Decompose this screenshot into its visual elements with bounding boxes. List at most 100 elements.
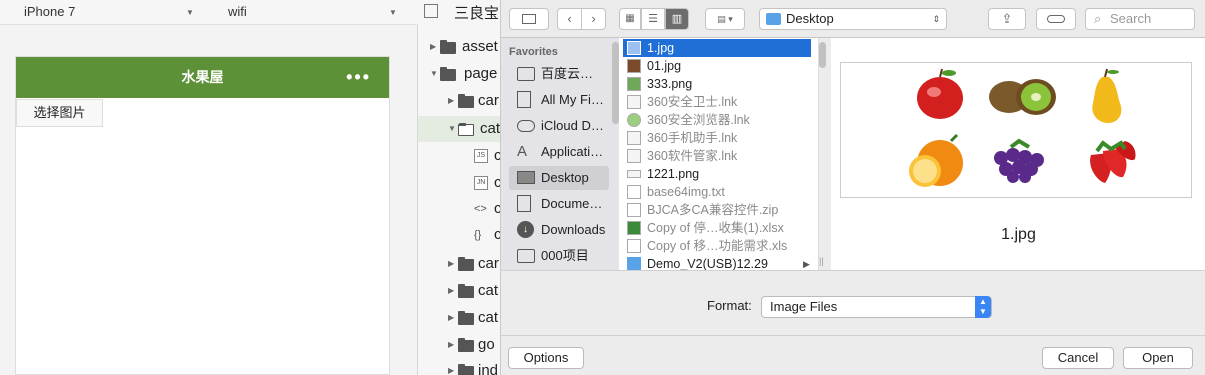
choose-image-button[interactable]: 选择图片	[16, 99, 103, 127]
location-select[interactable]: Desktop ⇕	[759, 8, 947, 30]
preview-pane: 1.jpg	[831, 38, 1205, 270]
tree-item[interactable]: JN c	[418, 170, 500, 196]
share-button[interactable]: ⇪	[988, 8, 1026, 30]
search-icon: ⌕	[1094, 11, 1102, 26]
folder-icon	[517, 249, 535, 263]
folder-icon	[440, 67, 456, 81]
excel-file-icon	[627, 221, 641, 235]
link-file-icon	[627, 149, 641, 163]
preview-filename: 1.jpg	[1001, 226, 1036, 243]
sidebar-item-all-my-files[interactable]: All My Fi…	[509, 88, 609, 112]
tree-toggle-icon[interactable]	[424, 4, 438, 18]
file-item[interactable]: 1221.png	[623, 165, 811, 183]
js-file-icon: JS	[474, 149, 488, 163]
file-list-scrollbar[interactable]	[819, 42, 826, 68]
tree-item[interactable]: ▶ car	[418, 88, 500, 114]
tree-item[interactable]: ▼ page	[418, 61, 500, 87]
dialog-toolbar: ‹ › ▦ ☰ ▥ ▤ ▾ Desktop ⇕ ⇪ ⌕ Search	[501, 0, 1205, 38]
file-item: 360安全浏览器.lnk	[623, 111, 811, 129]
wxss-file-icon: {}	[474, 229, 482, 241]
navigation-bar: 水果屋 •••	[16, 57, 389, 98]
tree-item[interactable]: <> c	[418, 196, 500, 222]
sidebar-item-applications[interactable]: A Applicati…	[509, 140, 609, 164]
cancel-button[interactable]: Cancel	[1042, 347, 1114, 369]
json-file-icon: JN	[474, 176, 488, 190]
folder-icon	[458, 94, 474, 108]
sidebar-toggle-button[interactable]	[509, 8, 549, 30]
wxml-file-icon: <>	[474, 203, 487, 215]
file-item: 360手机助手.lnk	[623, 129, 811, 147]
applications-icon: A	[517, 143, 528, 160]
sidebar-item-baidu[interactable]: 百度云…	[509, 62, 609, 86]
sidebar-item-documents[interactable]: Docume…	[509, 192, 609, 216]
chevron-down-icon[interactable]: ▼	[389, 8, 397, 17]
sidebar-item-000[interactable]: 000项目	[509, 244, 609, 268]
tree-item[interactable]: {} c	[418, 222, 500, 248]
excel-file-icon	[627, 239, 641, 253]
search-input[interactable]: ⌕ Search	[1085, 8, 1195, 30]
arrange-menu-button[interactable]: ▤ ▾	[705, 8, 745, 30]
sidebar-item-icloud[interactable]: iCloud D…	[509, 114, 609, 138]
tree-item[interactable]: ▼ cat	[418, 116, 500, 142]
desktop-icon	[517, 171, 535, 184]
column-view-button[interactable]: ▥	[665, 8, 689, 30]
folder-open-icon	[458, 123, 474, 136]
cloud-icon	[517, 120, 535, 132]
chevron-down-icon[interactable]: ▼	[186, 8, 194, 17]
image-file-icon	[627, 59, 641, 73]
folder-icon	[458, 338, 474, 352]
forward-button[interactable]: ›	[581, 8, 606, 30]
file-item[interactable]: 01.jpg	[623, 57, 811, 75]
finder-sidebar: Favorites 百度云… All My Fi… iCloud D… A Ap…	[501, 38, 619, 270]
format-select[interactable]: Image Files ▲ ▼	[761, 296, 992, 318]
simulator-toolbar: iPhone 7 ▼ wifi ▼	[0, 0, 418, 25]
file-item[interactable]: Demo_V2(USB)12.29 ▶	[623, 255, 811, 270]
tree-item[interactable]: ▶ ind	[418, 358, 500, 375]
file-item: 360安全卫士.lnk	[623, 93, 811, 111]
fruit-image	[909, 68, 1136, 187]
phone-screen: 水果屋 ••• 选择图片	[15, 56, 390, 375]
tree-item[interactable]: ▶ cat	[418, 278, 500, 304]
sidebar-item-downloads[interactable]: ↓ Downloads	[509, 218, 609, 242]
sidebar-item-desktop[interactable]: Desktop	[509, 166, 609, 190]
tree-item[interactable]: JS c	[418, 143, 500, 169]
folder-icon	[440, 40, 456, 54]
file-item: BJCA多CA兼容控件.zip	[623, 201, 811, 219]
icon-view-button[interactable]: ▦	[619, 8, 641, 30]
sidebar-scrollbar[interactable]	[612, 42, 619, 124]
folder-icon	[458, 284, 474, 298]
file-item-selected[interactable]: 1.jpg	[623, 39, 811, 57]
nav-title: 水果屋	[181, 69, 224, 85]
updown-arrows-icon: ▲ ▼	[975, 296, 991, 318]
tag-button[interactable]	[1036, 8, 1076, 30]
project-tree: 三良宝 ▶ asset ▼ page ▶ car ▼ cat JS c JN c…	[418, 0, 500, 375]
file-item[interactable]: 333.png	[623, 75, 811, 93]
open-button[interactable]: Open	[1123, 347, 1193, 369]
image-file-icon	[627, 170, 641, 178]
folder-icon	[517, 67, 535, 81]
list-view-button[interactable]: ☰	[641, 8, 665, 30]
folder-icon	[458, 257, 474, 271]
zip-file-icon	[627, 203, 641, 217]
file-item: Copy of 移…功能需求.xls	[623, 237, 811, 255]
link-file-icon	[627, 95, 641, 109]
divider	[501, 335, 1205, 336]
device-select[interactable]: iPhone 7	[24, 0, 75, 24]
format-label: Format:	[707, 298, 752, 313]
network-select[interactable]: wifi	[228, 0, 247, 24]
image-preview	[840, 62, 1192, 198]
tree-item[interactable]: ▶ asset	[418, 34, 500, 60]
open-file-dialog: ‹ › ▦ ☰ ▥ ▤ ▾ Desktop ⇕ ⇪ ⌕ Search Favor…	[500, 0, 1205, 375]
back-button[interactable]: ‹	[557, 8, 582, 30]
all-files-icon	[517, 91, 531, 108]
tree-item[interactable]: ▶ cat	[418, 305, 500, 331]
tree-item[interactable]: ▶ go	[418, 332, 500, 358]
options-button[interactable]: Options	[508, 347, 584, 369]
documents-icon	[517, 195, 531, 212]
tree-item[interactable]: ▶ car	[418, 251, 500, 277]
simulator-panel: iPhone 7 ▼ wifi ▼ 水果屋 ••• 选择图片	[0, 0, 418, 375]
more-icon[interactable]: •••	[346, 57, 371, 97]
column-resize-handle[interactable]: ||	[819, 256, 824, 266]
file-item: 360软件管家.lnk	[623, 147, 811, 165]
file-item: base64img.txt	[623, 183, 811, 201]
